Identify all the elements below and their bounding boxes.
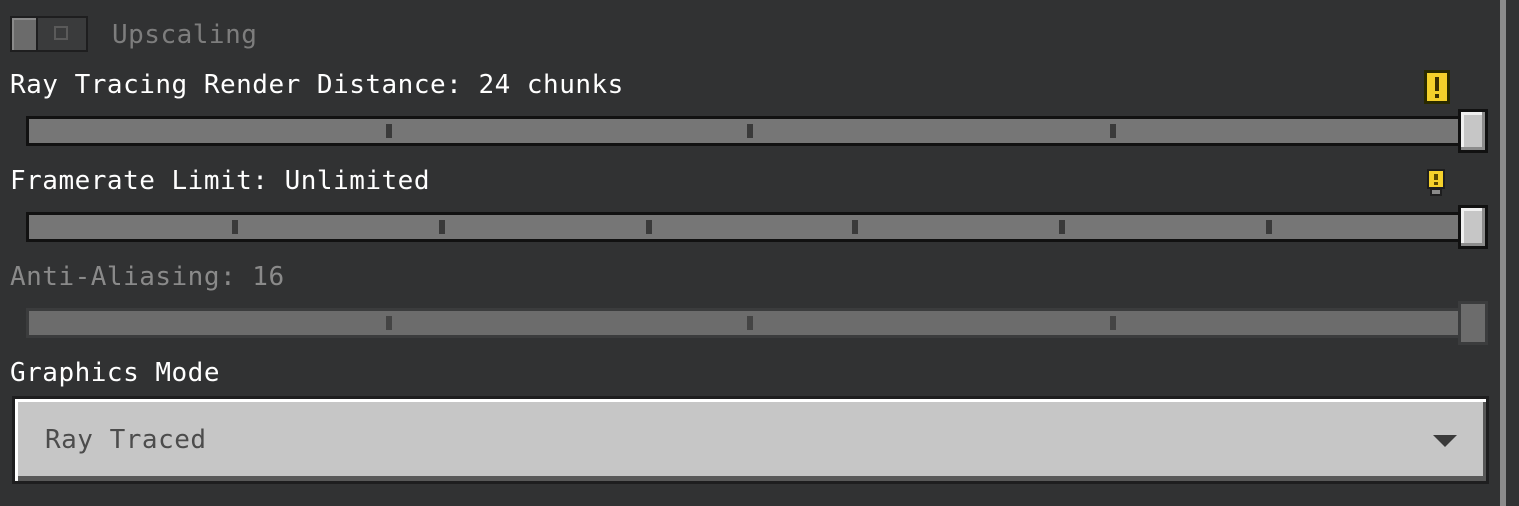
slider-tick [386,124,392,138]
toggle-knob[interactable] [10,16,38,52]
video-settings-panel: Upscaling Ray Tracing Render Distance: 2… [0,0,1500,506]
slider-tick [646,220,652,234]
scrollbar-thumb[interactable] [1500,0,1506,506]
slider-tick [747,316,753,330]
ray-tracing-distance-handle[interactable] [1458,109,1488,153]
ray-tracing-distance-label: Ray Tracing Render Distance: 24 chunks [10,70,624,100]
graphics-mode-label: Graphics Mode [10,358,220,388]
graphics-mode-selected-value: Ray Traced [45,425,207,455]
slider-tick [232,220,238,234]
slider-tick [747,124,753,138]
upscaling-label: Upscaling [112,20,258,50]
chevron-down-icon [1433,435,1457,447]
slider-tick [386,316,392,330]
lightbulb-icon[interactable] [1425,169,1447,197]
anti-aliasing-handle [1458,301,1488,345]
toggle-off-indicator-icon [54,26,68,40]
anti-aliasing-label: Anti-Aliasing: 16 [10,262,285,292]
anti-aliasing-slider [26,308,1488,338]
framerate-limit-slider[interactable] [26,212,1488,242]
upscaling-toggle[interactable] [10,16,88,52]
slider-tick [1110,316,1116,330]
slider-tick [1059,220,1065,234]
slider-tick [1110,124,1116,138]
framerate-limit-handle[interactable] [1458,205,1488,249]
exclamation-warning-icon[interactable] [1424,70,1450,104]
slider-tick [852,220,858,234]
ray-tracing-distance-slider[interactable] [26,116,1488,146]
graphics-mode-dropdown[interactable]: Ray Traced [12,396,1489,484]
slider-tick [439,220,445,234]
framerate-limit-label: Framerate Limit: Unlimited [10,166,430,196]
slider-tick [1266,220,1272,234]
